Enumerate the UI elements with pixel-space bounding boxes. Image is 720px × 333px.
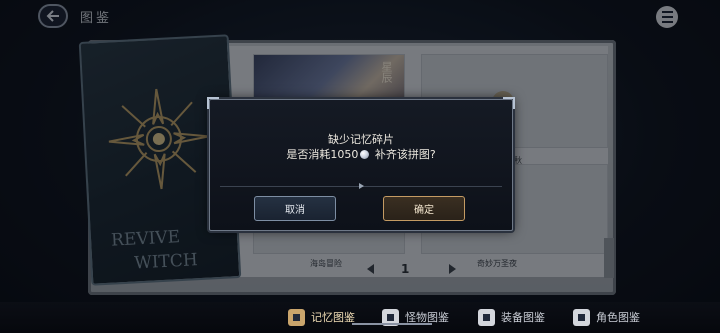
dialog-title: 缺少记忆碎片: [328, 133, 394, 146]
active-tab-underline: [352, 323, 432, 325]
dialog-message-suffix: 补齐该拼图?: [371, 148, 436, 161]
memory-album-icon: [288, 308, 305, 326]
cancel-button[interactable]: 取消: [254, 196, 336, 221]
dialog-message-prefix: 是否消耗1050: [286, 148, 359, 161]
equipment-album-icon: [478, 308, 495, 326]
tab-label: 记忆图鉴: [311, 311, 355, 324]
tab-character-album[interactable]: 角色图鉴: [573, 306, 640, 328]
confirm-button[interactable]: 确定: [383, 196, 465, 221]
confirm-dialog: 缺少记忆碎片 是否消耗1050 补齐该拼图? 取消 确定: [207, 97, 515, 231]
character-album-icon: [573, 308, 590, 326]
tab-memory-album[interactable]: 记忆图鉴: [288, 306, 355, 328]
divider-arrow-icon: [359, 183, 364, 189]
gem-icon: [360, 150, 370, 159]
tab-label: 装备图鉴: [501, 311, 545, 324]
tab-label: 角色图鉴: [596, 311, 640, 324]
tab-equipment-album[interactable]: 装备图鉴: [478, 306, 545, 328]
dialog-message: 是否消耗1050 补齐该拼图?: [210, 146, 512, 162]
